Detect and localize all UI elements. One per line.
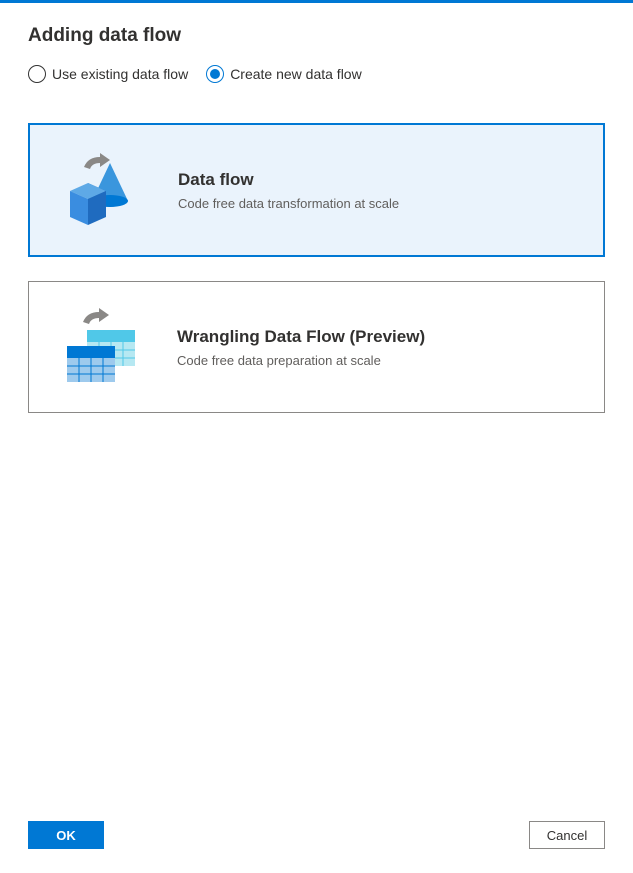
wrangling-data-flow-icon xyxy=(59,308,139,386)
card-text: Data flow Code free data transformation … xyxy=(178,170,399,211)
card-title: Data flow xyxy=(178,170,399,190)
ok-button[interactable]: OK xyxy=(28,821,104,849)
radio-create-new[interactable]: Create new data flow xyxy=(206,65,362,83)
card-data-flow[interactable]: Data flow Code free data transformation … xyxy=(28,123,605,257)
card-list: Data flow Code free data transformation … xyxy=(0,83,633,413)
dialog-title: Adding data flow xyxy=(28,25,605,47)
card-text: Wrangling Data Flow (Preview) Code free … xyxy=(177,327,425,368)
radio-group: Use existing data flow Create new data f… xyxy=(0,65,633,83)
data-flow-icon xyxy=(60,151,140,229)
card-description: Code free data transformation at scale xyxy=(178,196,399,211)
radio-dot-icon xyxy=(210,69,220,79)
radio-icon xyxy=(206,65,224,83)
card-description: Code free data preparation at scale xyxy=(177,353,425,368)
radio-label: Create new data flow xyxy=(230,66,362,82)
dialog-footer: OK Cancel xyxy=(0,805,633,873)
radio-label: Use existing data flow xyxy=(52,66,188,82)
card-title: Wrangling Data Flow (Preview) xyxy=(177,327,425,347)
dialog-header: Adding data flow xyxy=(0,3,633,65)
radio-icon xyxy=(28,65,46,83)
radio-use-existing[interactable]: Use existing data flow xyxy=(28,65,188,83)
card-wrangling-data-flow[interactable]: Wrangling Data Flow (Preview) Code free … xyxy=(28,281,605,413)
cancel-button[interactable]: Cancel xyxy=(529,821,605,849)
